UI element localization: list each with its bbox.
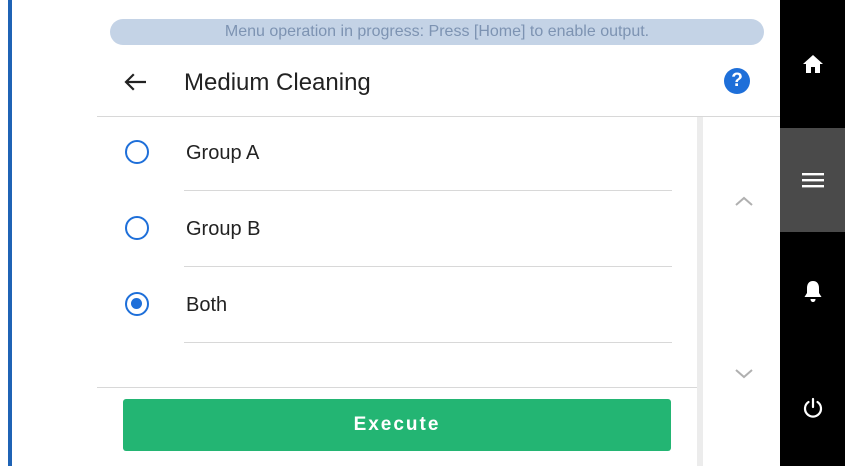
scroll-rail [697,117,780,466]
notifications-button[interactable] [780,232,845,350]
power-button[interactable] [780,350,845,466]
scroll-up-button[interactable] [729,191,759,211]
divider [184,342,672,343]
option-group-b[interactable]: Group B [97,193,697,269]
scroll-down-button[interactable] [729,364,759,384]
page-title: Medium Cleaning [184,69,371,96]
option-label: Group A [186,142,260,164]
radio-button[interactable] [125,216,149,240]
footer-divider [97,387,697,388]
option-label: Both [186,294,228,316]
radio-button[interactable] [125,140,149,164]
options-list: Group A Group B Both [97,117,697,387]
status-banner: Menu operation in progress: Press [Home]… [110,19,764,45]
chevron-down-icon [735,369,753,379]
menu-icon [801,173,824,188]
sidebar [780,0,845,466]
question-mark-icon: ? [731,70,743,91]
screen: Menu operation in progress: Press [Home]… [0,0,845,466]
option-both[interactable]: Both [97,269,697,345]
divider [184,190,672,191]
bell-icon [804,281,821,302]
execute-button[interactable]: Execute [123,399,671,451]
left-edge [0,0,14,466]
header: Medium Cleaning ? [97,46,780,117]
option-label: Group B [186,218,261,240]
menu-button[interactable] [780,128,845,232]
main-panel: Menu operation in progress: Press [Home]… [97,0,780,466]
home-button[interactable] [780,0,845,128]
radio-button-selected[interactable] [125,292,149,316]
divider [184,266,672,267]
back-button[interactable] [121,68,149,96]
arrow-left-icon [124,73,146,91]
home-icon [802,55,823,73]
chevron-up-icon [735,196,753,206]
power-icon [803,397,822,418]
left-accent-bar [8,0,12,466]
option-group-a[interactable]: Group A [97,117,697,193]
help-button[interactable]: ? [724,68,750,94]
